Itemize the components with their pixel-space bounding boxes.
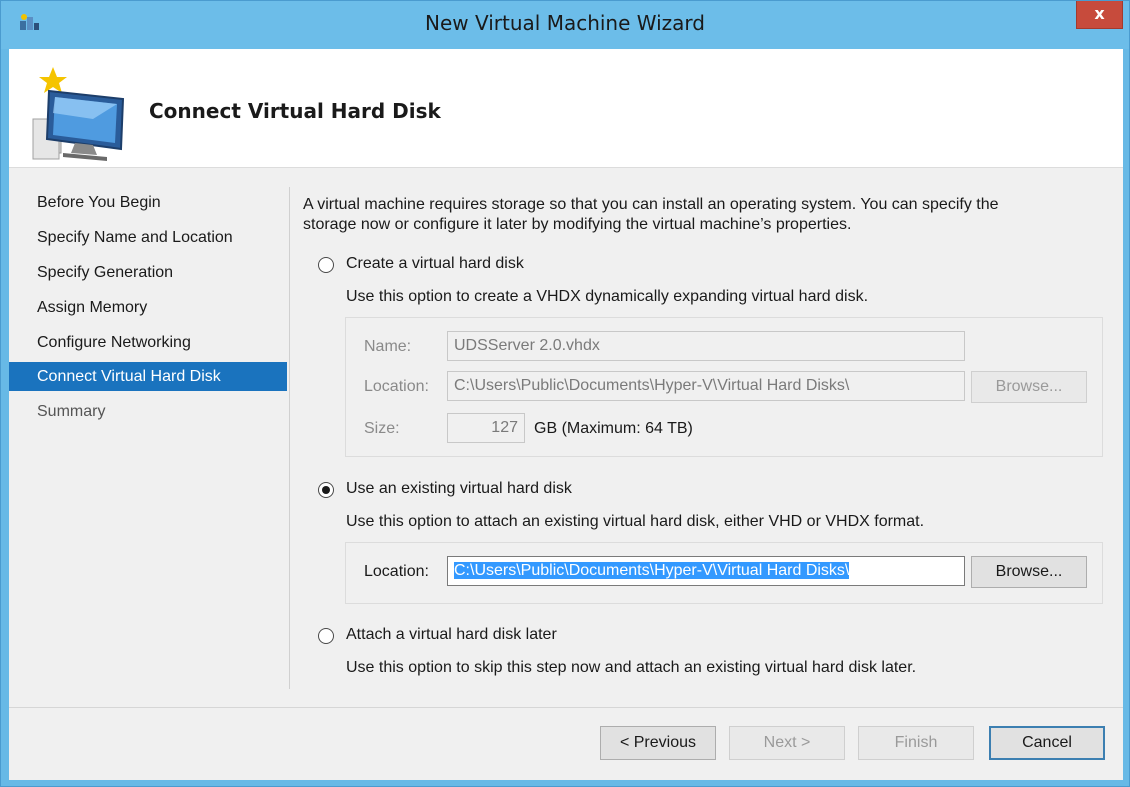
close-icon: x — [1094, 4, 1105, 23]
size-input[interactable]: 127 — [447, 413, 525, 443]
create-location-input[interactable]: C:\Users\Public\Documents\Hyper-V\Virtua… — [447, 371, 965, 401]
existing-disk-label[interactable]: Use an existing virtual hard disk — [346, 480, 572, 498]
title-bar[interactable]: New Virtual Machine Wizard x — [1, 1, 1129, 49]
create-location-label: Location: — [364, 378, 429, 395]
selected-location-text: C:\Users\Public\Documents\Hyper-V\Virtua… — [454, 562, 850, 579]
close-button[interactable]: x — [1076, 1, 1123, 29]
size-unit: GB (Maximum: 64 TB) — [534, 420, 693, 437]
nav-item-assign-memory[interactable]: Assign Memory — [9, 293, 287, 322]
next-button[interactable]: Next > — [729, 726, 845, 760]
wizard-body: Connect Virtual Hard Disk Before You Beg… — [9, 49, 1123, 780]
name-input[interactable]: UDSServer 2.0.vhdx — [447, 331, 965, 361]
create-disk-description: Use this option to create a VHDX dynamic… — [346, 288, 869, 305]
existing-disk-radio[interactable] — [318, 482, 334, 498]
nav-item-before-you-begin[interactable]: Before You Begin — [9, 188, 287, 217]
nav-divider — [289, 187, 290, 689]
attach-later-description: Use this option to skip this step now an… — [346, 659, 917, 676]
finish-button[interactable]: Finish — [858, 726, 974, 760]
nav-item-specify-generation[interactable]: Specify Generation — [9, 258, 287, 287]
window-title: New Virtual Machine Wizard — [425, 11, 705, 35]
create-disk-radio[interactable] — [318, 257, 334, 273]
name-label: Name: — [364, 338, 412, 355]
attach-later-label[interactable]: Attach a virtual hard disk later — [346, 626, 557, 644]
footer-divider — [9, 707, 1123, 708]
nav-item-summary[interactable]: Summary — [9, 397, 287, 426]
existing-location-input[interactable]: C:\Users\Public\Documents\Hyper-V\Virtua… — [447, 556, 965, 586]
nav-item-connect-virtual-hard-disk[interactable]: Connect Virtual Hard Disk — [9, 362, 287, 391]
virtual-machine-wizard-icon — [23, 57, 133, 167]
radio-selected-dot — [322, 486, 330, 494]
previous-button[interactable]: < Previous — [600, 726, 716, 760]
existing-disk-description: Use this option to attach an existing vi… — [346, 513, 925, 530]
size-label: Size: — [364, 420, 400, 437]
intro-text-line1: A virtual machine requires storage so th… — [303, 196, 999, 213]
existing-location-label: Location: — [364, 563, 429, 580]
existing-browse-button[interactable]: Browse... — [971, 556, 1087, 588]
nav-item-configure-networking[interactable]: Configure Networking — [9, 328, 287, 357]
nav-item-specify-name-and-location[interactable]: Specify Name and Location — [9, 223, 287, 252]
attach-later-radio[interactable] — [318, 628, 334, 644]
intro-text-line2: storage now or configure it later by mod… — [303, 216, 852, 233]
create-browse-button[interactable]: Browse... — [971, 371, 1087, 403]
page-title: Connect Virtual Hard Disk — [149, 99, 441, 123]
cancel-button[interactable]: Cancel — [989, 726, 1105, 760]
create-disk-label[interactable]: Create a virtual hard disk — [346, 255, 524, 273]
wizard-window: New Virtual Machine Wizard x Connect Vir… — [0, 0, 1130, 787]
wizard-header: Connect Virtual Hard Disk — [9, 49, 1123, 168]
